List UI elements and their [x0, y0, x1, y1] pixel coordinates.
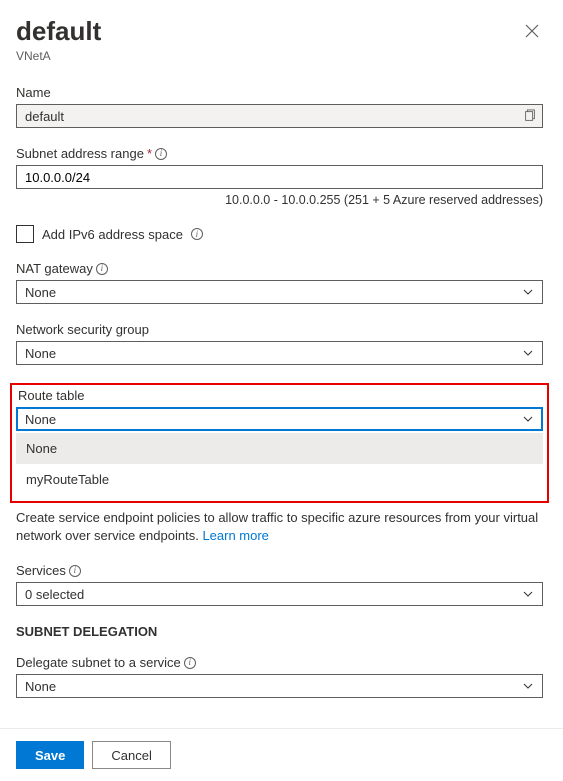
info-icon[interactable]: i — [191, 228, 203, 240]
address-range-input[interactable] — [16, 165, 543, 189]
nsg-value: None — [25, 346, 56, 361]
copy-icon[interactable] — [523, 109, 537, 123]
info-icon[interactable]: i — [155, 148, 167, 160]
route-table-highlight: Route table None None myRouteTable — [10, 383, 549, 503]
nat-gateway-select[interactable]: None — [16, 280, 543, 304]
endpoint-description: Create service endpoint policies to allo… — [16, 509, 543, 545]
nsg-label: Network security group — [16, 322, 543, 337]
chevron-down-icon — [522, 347, 534, 359]
delegate-select[interactable]: None — [16, 674, 543, 698]
address-range-help: 10.0.0.0 - 10.0.0.255 (251 + 5 Azure res… — [16, 193, 543, 207]
services-label: Services — [16, 563, 66, 578]
nsg-select[interactable]: None — [16, 341, 543, 365]
page-subtitle: VNetA — [16, 49, 543, 63]
info-icon[interactable]: i — [69, 565, 81, 577]
nat-gateway-value: None — [25, 285, 56, 300]
footer: Save Cancel — [0, 728, 563, 781]
route-table-label: Route table — [16, 388, 543, 403]
delegate-value: None — [25, 679, 56, 694]
cancel-button[interactable]: Cancel — [92, 741, 170, 769]
chevron-down-icon — [522, 588, 534, 600]
close-icon — [525, 24, 539, 38]
ipv6-checkbox[interactable] — [16, 225, 34, 243]
ipv6-label: Add IPv6 address space — [42, 227, 183, 242]
info-icon[interactable]: i — [184, 657, 196, 669]
route-table-select[interactable]: None — [16, 407, 543, 431]
route-table-value: None — [25, 412, 56, 427]
delegate-label: Delegate subnet to a service — [16, 655, 181, 670]
name-label: Name — [16, 85, 543, 100]
save-button[interactable]: Save — [16, 741, 84, 769]
route-table-dropdown: None myRouteTable — [16, 433, 543, 495]
name-input[interactable] — [16, 104, 543, 128]
chevron-down-icon — [522, 413, 534, 425]
close-button[interactable] — [521, 20, 543, 46]
info-icon[interactable]: i — [96, 263, 108, 275]
address-range-label: Subnet address range — [16, 146, 144, 161]
route-table-option-myroutetable[interactable]: myRouteTable — [16, 464, 543, 495]
services-select[interactable]: 0 selected — [16, 582, 543, 606]
page-title: default — [16, 16, 101, 47]
nat-gateway-label: NAT gateway — [16, 261, 93, 276]
services-value: 0 selected — [25, 587, 84, 602]
required-indicator: * — [147, 146, 152, 161]
chevron-down-icon — [522, 286, 534, 298]
subnet-delegation-header: SUBNET DELEGATION — [16, 624, 543, 639]
learn-more-link[interactable]: Learn more — [202, 528, 268, 543]
chevron-down-icon — [522, 680, 534, 692]
route-table-option-none[interactable]: None — [16, 433, 543, 464]
